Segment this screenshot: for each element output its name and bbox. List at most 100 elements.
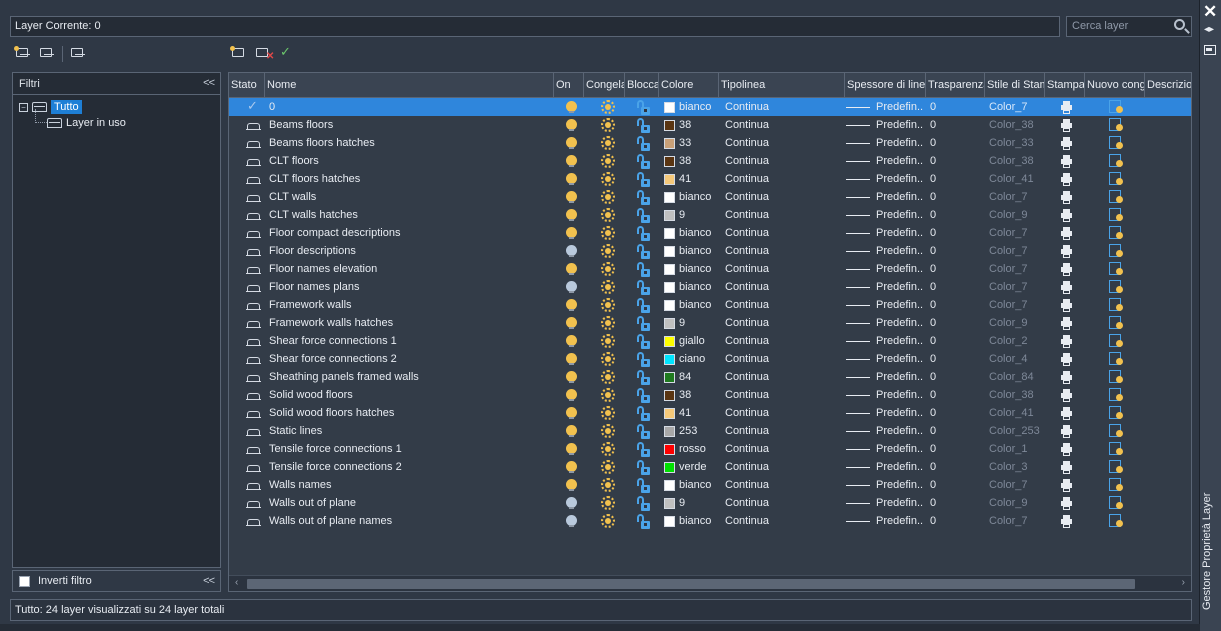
printer-icon[interactable]: [1061, 245, 1072, 258]
color-swatch[interactable]: [664, 408, 675, 419]
unlock-icon[interactable]: [636, 208, 650, 223]
printer-icon[interactable]: [1061, 479, 1072, 492]
unlock-icon[interactable]: [636, 244, 650, 259]
new-vp-freeze-icon[interactable]: [1109, 280, 1123, 294]
bulb-on-icon[interactable]: [566, 191, 577, 203]
bulb-off-icon[interactable]: [566, 497, 577, 509]
thaw-sun-icon[interactable]: [601, 442, 615, 456]
horizontal-scrollbar[interactable]: ‹ ›: [229, 575, 1191, 591]
layer-row[interactable]: Floor descriptions bianco Continua Predefin…: [229, 242, 1191, 260]
color-swatch[interactable]: [664, 174, 675, 185]
thaw-sun-icon[interactable]: [601, 154, 615, 168]
unlock-icon[interactable]: [636, 262, 650, 277]
color-swatch[interactable]: [664, 372, 675, 383]
color-swatch[interactable]: [664, 156, 675, 167]
thaw-sun-icon[interactable]: [601, 388, 615, 402]
new-vp-freeze-icon[interactable]: [1109, 442, 1123, 456]
thaw-sun-icon[interactable]: [601, 298, 615, 312]
color-swatch[interactable]: [664, 480, 675, 491]
new-vp-freeze-icon[interactable]: [1109, 406, 1123, 420]
bulb-on-icon[interactable]: [566, 407, 577, 419]
unlock-icon[interactable]: [636, 118, 650, 133]
color-swatch[interactable]: [664, 498, 675, 509]
layer-states-icon[interactable]: [69, 46, 87, 62]
bulb-on-icon[interactable]: [566, 173, 577, 185]
thaw-sun-icon[interactable]: [601, 262, 615, 276]
thaw-sun-icon[interactable]: [601, 370, 615, 384]
filter-tree-item-layer-in-uso[interactable]: Layer in uso: [35, 109, 214, 131]
color-swatch[interactable]: [664, 138, 675, 149]
printer-icon[interactable]: [1061, 407, 1072, 420]
filter-tree-item-tutto[interactable]: − Tutto: [19, 99, 214, 115]
color-swatch[interactable]: [664, 210, 675, 221]
new-vp-freeze-icon[interactable]: [1109, 496, 1123, 510]
search-layer-field[interactable]: Cerca layer: [1066, 16, 1192, 37]
thaw-sun-icon[interactable]: [601, 352, 615, 366]
unlock-icon[interactable]: [636, 460, 650, 475]
search-icon[interactable]: [1174, 19, 1185, 30]
new-vp-freeze-icon[interactable]: [1109, 370, 1123, 384]
unlock-icon[interactable]: [636, 352, 650, 367]
thaw-sun-icon[interactable]: [601, 118, 615, 132]
printer-icon[interactable]: [1061, 101, 1072, 114]
unlock-icon[interactable]: [636, 280, 650, 295]
unlock-icon[interactable]: [636, 406, 650, 421]
thaw-sun-icon[interactable]: [601, 172, 615, 186]
printer-icon[interactable]: [1061, 425, 1072, 438]
thaw-sun-icon[interactable]: [601, 136, 615, 150]
bulb-on-icon[interactable]: [566, 263, 577, 275]
set-current-icon[interactable]: ✓: [278, 45, 296, 62]
printer-icon[interactable]: [1061, 515, 1072, 528]
bulb-on-icon[interactable]: [566, 227, 577, 239]
column-header-1[interactable]: Nome: [265, 73, 554, 98]
bulb-on-icon[interactable]: [566, 461, 577, 473]
layer-row[interactable]: Shear force connections 2 ciano Continua Pr…: [229, 350, 1191, 368]
thaw-sun-icon[interactable]: [601, 424, 615, 438]
thaw-sun-icon[interactable]: [601, 496, 615, 510]
thaw-sun-icon[interactable]: [601, 316, 615, 330]
new-vp-freeze-icon[interactable]: [1109, 190, 1123, 204]
auto-hide-icon[interactable]: ◂▸: [1204, 24, 1214, 35]
bulb-on-icon[interactable]: [566, 155, 577, 167]
layer-row[interactable]: Floor names plans bianco Continua Predefin.…: [229, 278, 1191, 296]
printer-icon[interactable]: [1061, 353, 1072, 366]
bulb-on-icon[interactable]: [566, 137, 577, 149]
new-vp-freeze-icon[interactable]: [1109, 514, 1123, 528]
column-header-12[interactable]: Descrizione: [1145, 73, 1191, 98]
printer-icon[interactable]: [1061, 299, 1072, 312]
new-group-filter-icon[interactable]: [38, 46, 56, 62]
unlock-icon[interactable]: [636, 190, 650, 205]
layer-row[interactable]: Walls names bianco Continua Predefin... 0 Col…: [229, 476, 1191, 494]
bulb-on-icon[interactable]: [566, 119, 577, 131]
color-swatch[interactable]: [664, 516, 675, 527]
new-vp-freeze-icon[interactable]: [1109, 172, 1123, 186]
layer-row[interactable]: Shear force connections 1 giallo Continua P…: [229, 332, 1191, 350]
thaw-sun-icon[interactable]: [601, 460, 615, 474]
bulb-on-icon[interactable]: [566, 479, 577, 491]
bulb-on-icon[interactable]: [566, 371, 577, 383]
printer-icon[interactable]: [1061, 389, 1072, 402]
unlock-icon[interactable]: [636, 442, 650, 457]
bulb-on-icon[interactable]: [566, 299, 577, 311]
printer-icon[interactable]: [1061, 497, 1072, 510]
bulb-on-icon[interactable]: [566, 353, 577, 365]
properties-menu-icon[interactable]: [1204, 45, 1216, 55]
unlock-icon[interactable]: [636, 424, 650, 439]
thaw-sun-icon[interactable]: [601, 190, 615, 204]
layer-row[interactable]: Sheathing panels framed walls 84 Continua P…: [229, 368, 1191, 386]
printer-icon[interactable]: [1061, 263, 1072, 276]
thaw-sun-icon[interactable]: [601, 406, 615, 420]
bulb-off-icon[interactable]: [566, 245, 577, 257]
bulb-on-icon[interactable]: [566, 389, 577, 401]
printer-icon[interactable]: [1061, 209, 1072, 222]
new-vp-freeze-icon[interactable]: [1109, 316, 1123, 330]
new-vp-freeze-icon[interactable]: [1109, 154, 1123, 168]
bulb-off-icon[interactable]: [566, 281, 577, 293]
new-vp-freeze-icon[interactable]: [1109, 352, 1123, 366]
new-vp-freeze-icon[interactable]: [1109, 118, 1123, 132]
layer-row[interactable]: Beams floors hatches 33 Continua Predefin..…: [229, 134, 1191, 152]
layer-row[interactable]: CLT floors hatches 41 Continua Predefin... 0…: [229, 170, 1191, 188]
layer-row[interactable]: Solid wood floors hatches 41 Continua Prede…: [229, 404, 1191, 422]
color-swatch[interactable]: [664, 426, 675, 437]
new-vp-freeze-icon[interactable]: [1109, 334, 1123, 348]
